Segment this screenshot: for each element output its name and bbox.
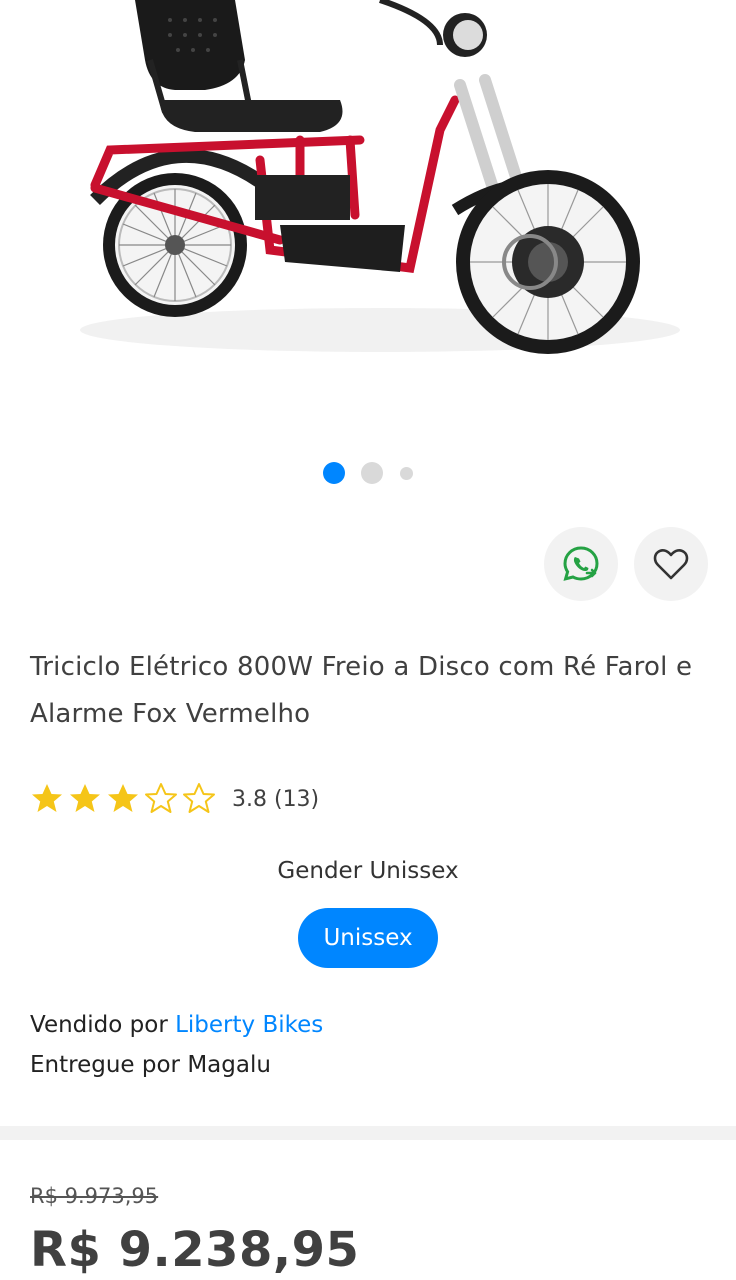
star-empty-icon <box>145 783 177 813</box>
favorite-button[interactable] <box>634 527 708 601</box>
star-filled-icon <box>70 784 100 812</box>
section-divider <box>0 1126 736 1140</box>
variant-label: Gender Unissex <box>277 858 459 884</box>
sold-by-prefix: Vendido por <box>30 1012 168 1038</box>
star-empty-icon <box>183 783 215 813</box>
front-wheel <box>456 170 640 354</box>
variant-option-unissex[interactable]: Unissex <box>298 908 438 968</box>
carousel-dot[interactable] <box>400 467 413 480</box>
product-title: Triciclo Elétrico 800W Freio a Disco com… <box>30 652 693 729</box>
old-price: R$ 9.973,95 <box>30 1184 159 1208</box>
seller-link[interactable]: Liberty Bikes <box>175 1012 323 1038</box>
product-image[interactable] <box>0 0 736 440</box>
whatsapp-share-button[interactable] <box>544 527 618 601</box>
heart-icon <box>653 549 689 580</box>
delivered-by-name: Magalu <box>187 1052 271 1078</box>
carousel-dot[interactable] <box>361 462 383 484</box>
whatsapp-icon <box>563 546 599 581</box>
star-filled-icon <box>32 784 62 812</box>
rating-row[interactable]: 3.8 (13) <box>30 782 319 816</box>
star-filled-icon <box>108 784 138 812</box>
rating-text: 3.8 (13) <box>232 786 320 812</box>
delivered-by-prefix: Entregue por <box>30 1052 180 1078</box>
delivered-by-line: Entregue por Magalu <box>30 1052 271 1078</box>
electric-tricycle-image <box>80 0 680 354</box>
rating-stars <box>30 782 220 816</box>
current-price: R$ 9.238,95 <box>30 1222 360 1278</box>
sold-by-line: Vendido por Liberty Bikes <box>30 1012 323 1038</box>
carousel-dot-active[interactable] <box>323 462 345 484</box>
